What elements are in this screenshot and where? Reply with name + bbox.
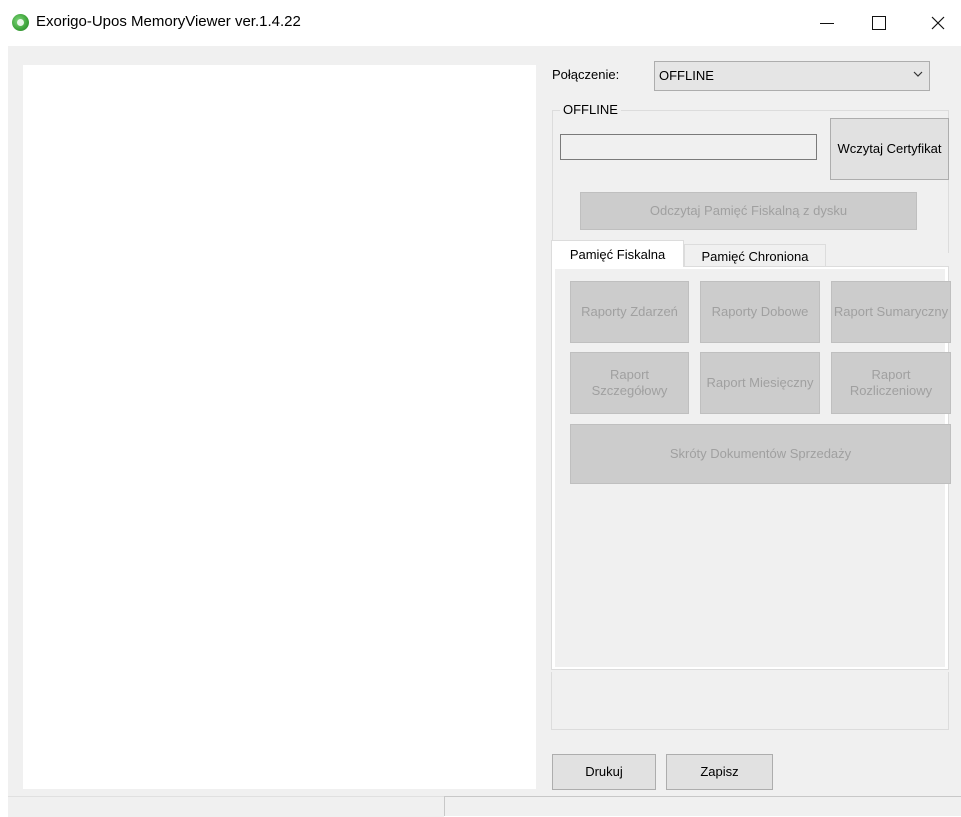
app-icon <box>12 14 29 31</box>
minimize-icon <box>820 22 834 24</box>
tab-protected-memory[interactable]: Pamięć Chroniona <box>684 244 826 267</box>
detailed-report-button[interactable]: Raport Szczegółowy <box>570 352 689 414</box>
status-bar-panel <box>444 796 961 816</box>
read-fiscal-memory-button[interactable]: Odczytaj Pamięć Fiskalną z dysku <box>580 192 917 230</box>
maximize-button[interactable] <box>856 0 902 46</box>
load-certificate-button[interactable]: Wczytaj Certyfikat <box>830 118 949 180</box>
maximize-icon <box>872 16 886 30</box>
chevron-down-icon <box>913 71 923 77</box>
minimize-button[interactable] <box>804 0 850 46</box>
connection-select-value: OFFLINE <box>659 68 714 83</box>
certificate-path-field[interactable] <box>560 134 817 160</box>
status-bar <box>8 796 444 817</box>
close-button[interactable] <box>915 0 961 46</box>
daily-reports-button[interactable]: Raporty Dobowe <box>700 281 820 343</box>
report-viewer[interactable] <box>23 65 536 789</box>
settlement-report-button[interactable]: Raport Rozliczeniowy <box>831 352 951 414</box>
tab-fiscal-memory[interactable]: Pamięć Fiskalna <box>551 240 684 267</box>
window-title: Exorigo-Upos MemoryViewer ver.1.4.22 <box>36 13 301 30</box>
print-button[interactable]: Drukuj <box>552 754 656 790</box>
window-client-area: Połączenie: OFFLINE OFFLINE Wczytaj Cert… <box>8 46 961 817</box>
title-bar: Exorigo-Upos MemoryViewer ver.1.4.22 <box>0 0 961 46</box>
connection-label: Połączenie: <box>552 67 620 82</box>
connection-select[interactable]: OFFLINE <box>654 61 930 91</box>
summary-report-button[interactable]: Raport Sumaryczny <box>831 281 951 343</box>
offline-group-title: OFFLINE <box>560 102 621 117</box>
close-icon <box>931 16 945 30</box>
save-button[interactable]: Zapisz <box>666 754 773 790</box>
monthly-report-button[interactable]: Raport Miesięczny <box>700 352 820 414</box>
event-reports-button[interactable]: Raporty Zdarzeń <box>570 281 689 343</box>
sales-document-digests-button[interactable]: Skróty Dokumentów Sprzedaży <box>570 424 951 484</box>
info-panel <box>551 672 949 730</box>
